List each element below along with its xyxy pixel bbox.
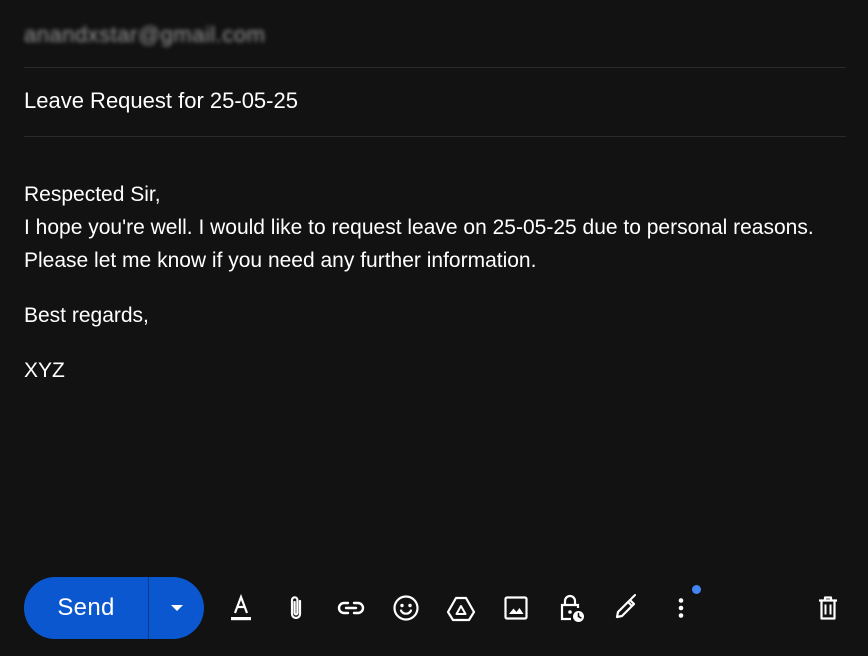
insert-drive-icon — [446, 596, 476, 622]
attach-file-button[interactable] — [276, 588, 316, 628]
recipient-email[interactable]: anandxstar@gmail.com — [24, 22, 265, 48]
message-body[interactable]: Respected Sir, I hope you're well. I wou… — [24, 178, 824, 387]
compose-toolbar: Send — [0, 577, 868, 639]
insert-photo-button[interactable] — [496, 588, 536, 628]
notification-dot — [692, 585, 701, 594]
send-button-group: Send — [24, 577, 204, 639]
insert-emoji-icon — [393, 595, 419, 621]
send-button[interactable]: Send — [24, 577, 148, 639]
formatting-options-icon — [231, 593, 251, 621]
insert-link-button[interactable] — [331, 588, 371, 628]
more-options-button[interactable] — [661, 588, 701, 628]
discard-draft-button[interactable] — [808, 588, 848, 628]
attach-file-icon — [290, 596, 302, 620]
to-field[interactable]: anandxstar@gmail.com — [24, 0, 846, 68]
body-signature: XYZ — [24, 359, 65, 382]
subject-input[interactable]: Leave Request for 25-05-25 — [24, 88, 298, 114]
more-options-icon — [678, 598, 684, 618]
formatting-options-button[interactable] — [221, 588, 261, 628]
body-greeting: Respected Sir, — [24, 183, 161, 206]
body-paragraph: I hope you're well. I would like to requ… — [24, 216, 814, 272]
arrow-drop-down-icon — [170, 605, 183, 611]
subject-field[interactable]: Leave Request for 25-05-25 — [24, 68, 846, 137]
compose-window: anandxstar@gmail.com Leave Request for 2… — [0, 0, 868, 656]
insert-signature-icon — [615, 594, 636, 619]
insert-photo-icon — [504, 596, 528, 620]
insert-emoji-button[interactable] — [386, 588, 426, 628]
insert-drive-button[interactable] — [441, 588, 481, 628]
confidential-mode-button[interactable] — [551, 588, 591, 628]
insert-signature-button[interactable] — [606, 588, 646, 628]
body-closing: Best regards, — [24, 304, 149, 327]
insert-link-icon — [337, 601, 365, 615]
schedule-send-dropdown[interactable] — [149, 577, 204, 639]
discard-draft-icon — [819, 596, 837, 620]
confidential-mode-icon — [560, 594, 584, 622]
